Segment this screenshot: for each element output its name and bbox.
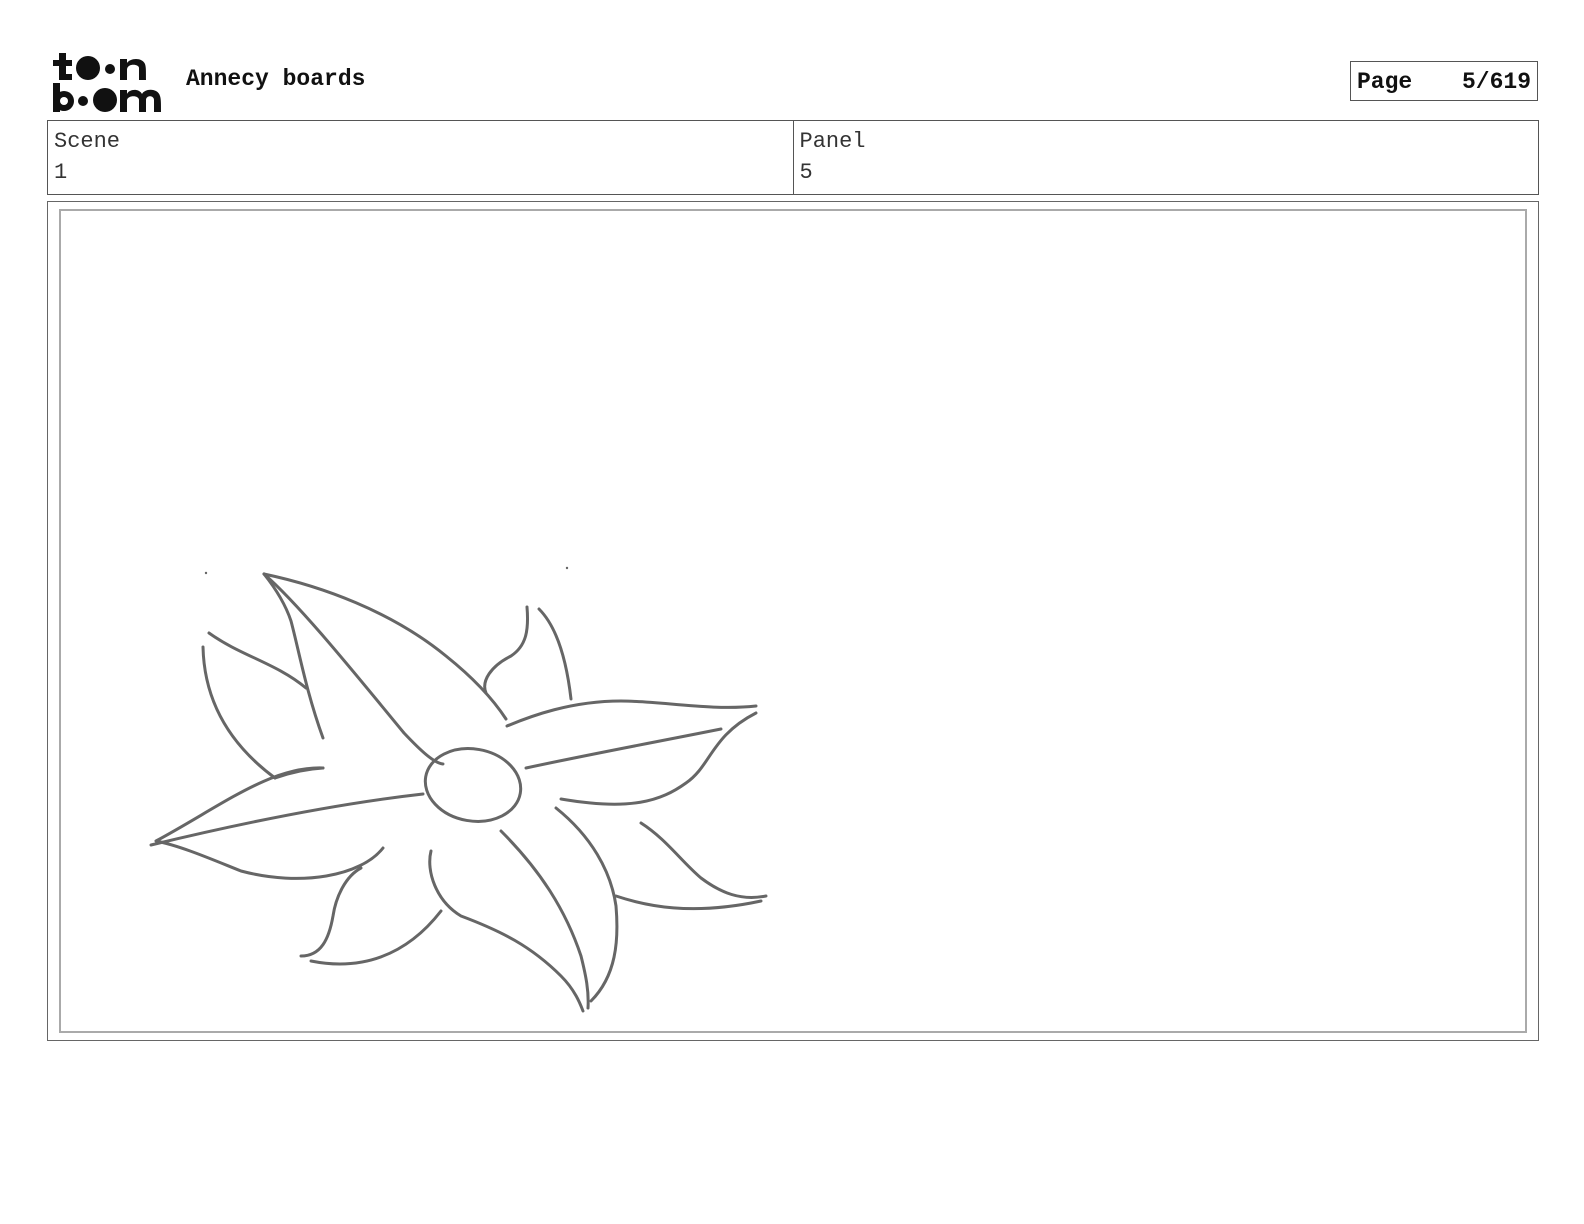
petal-stroke	[201, 645, 277, 780]
scene-cell: Scene 1	[48, 121, 793, 194]
page-label: Page	[1357, 69, 1413, 95]
petal-stroke	[262, 572, 325, 740]
flower-sketch	[149, 566, 768, 1013]
petal-stroke	[499, 829, 590, 1010]
petal-stroke	[207, 631, 308, 690]
panel-value: 5	[799, 160, 813, 185]
petal-stroke	[524, 727, 723, 770]
page-indicator: Page 5/619	[1350, 61, 1538, 101]
project-title: Annecy boards	[186, 66, 366, 92]
petal-stroke	[309, 909, 443, 966]
scene-panel-info: Scene 1 Panel 5	[47, 120, 1539, 195]
petal-stroke	[639, 821, 768, 899]
toon-boom-logo	[50, 50, 168, 114]
petal-stroke	[154, 766, 385, 880]
toon-boom-logo-icon	[53, 53, 161, 112]
petal-stroke	[262, 572, 508, 721]
scene-label: Scene	[54, 129, 121, 154]
petal-stroke	[554, 806, 619, 1003]
petal-stroke	[299, 866, 363, 958]
petal-stroke	[428, 849, 585, 1013]
storyboard-panel	[47, 201, 1539, 1041]
page-number: 5/619	[1461, 69, 1531, 95]
panel-image-area	[59, 209, 1527, 1033]
petal-stroke	[559, 711, 758, 806]
scene-value: 1	[54, 160, 68, 185]
panel-cell: Panel 5	[792, 121, 1539, 194]
petal-stroke	[614, 894, 763, 911]
petal-stroke	[505, 699, 758, 728]
flower-center	[423, 747, 523, 823]
panel-label: Panel	[799, 129, 866, 154]
petal-stroke	[537, 607, 573, 701]
petal-stroke	[483, 605, 530, 695]
